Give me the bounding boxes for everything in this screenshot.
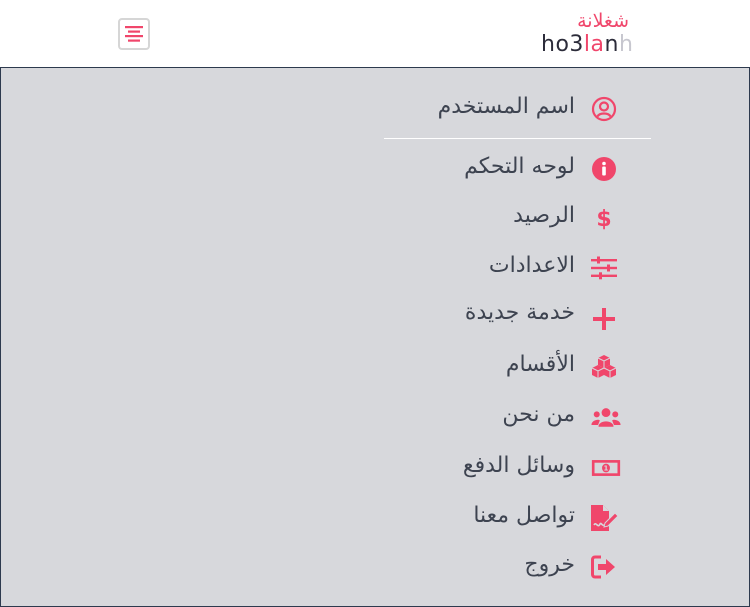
info-circle-icon xyxy=(589,154,619,184)
menu-item-settings[interactable]: الاعدادات xyxy=(381,251,621,285)
menu-item-dashboard[interactable]: لوحه التحكم xyxy=(381,152,621,186)
menu-divider xyxy=(384,138,651,139)
svg-text:1: 1 xyxy=(604,464,609,473)
menu-item-label: لوحه التحكم xyxy=(464,154,575,179)
menu-item-label: الأقسام xyxy=(505,352,575,377)
menu-item-logout[interactable]: خروج xyxy=(381,550,621,584)
menu-item-label: خروج xyxy=(524,552,575,577)
menu-item-payment-methods[interactable]: وسائل الدفع 1 xyxy=(381,451,621,485)
users-icon xyxy=(591,402,621,432)
brand-logo-arabic: شغلانة xyxy=(577,10,629,32)
brand-logo[interactable]: شغلانة ho3lanh xyxy=(535,10,635,60)
plus-icon xyxy=(589,304,619,334)
cubes-icon xyxy=(589,352,619,382)
menu-item-label: من نحن xyxy=(502,402,575,427)
menu-item-label: خدمة جديدة xyxy=(464,300,575,325)
username-label: اسم المستخدم xyxy=(437,94,575,119)
brand-logo-latin: ho3lanh xyxy=(541,32,634,57)
file-signature-icon xyxy=(589,503,619,533)
align-center-icon xyxy=(125,26,143,42)
menu-item-contact-us[interactable]: تواصل معنا xyxy=(381,501,621,535)
svg-text:$: $ xyxy=(596,207,611,231)
menu-item-label: الاعدادات xyxy=(488,253,575,278)
menu-item-label: تواصل معنا xyxy=(473,503,575,528)
menu-item-new-service[interactable]: خدمة جديدة xyxy=(381,298,621,332)
money-bill-icon: 1 xyxy=(591,453,621,483)
menu-item-label: وسائل الدفع xyxy=(462,453,575,478)
menu-toggle-button[interactable] xyxy=(118,18,150,50)
menu-item-about-us[interactable]: من نحن xyxy=(381,400,621,434)
sliders-icon xyxy=(589,253,619,283)
menu-item-label: الرصيد xyxy=(513,203,575,228)
username-row[interactable]: اسم المستخدم xyxy=(381,92,621,122)
dollar-icon: $ xyxy=(589,203,619,233)
menu-item-balance[interactable]: الرصيد $ xyxy=(381,201,621,235)
sign-out-icon xyxy=(589,552,619,582)
user-circle-icon xyxy=(589,94,619,124)
menu-item-categories[interactable]: الأقسام xyxy=(381,350,621,384)
top-bar: شغلانة ho3lanh xyxy=(0,0,750,67)
side-menu-panel: اسم المستخدم لوحه التحكم الرصيد $ الاعدا… xyxy=(0,67,750,607)
